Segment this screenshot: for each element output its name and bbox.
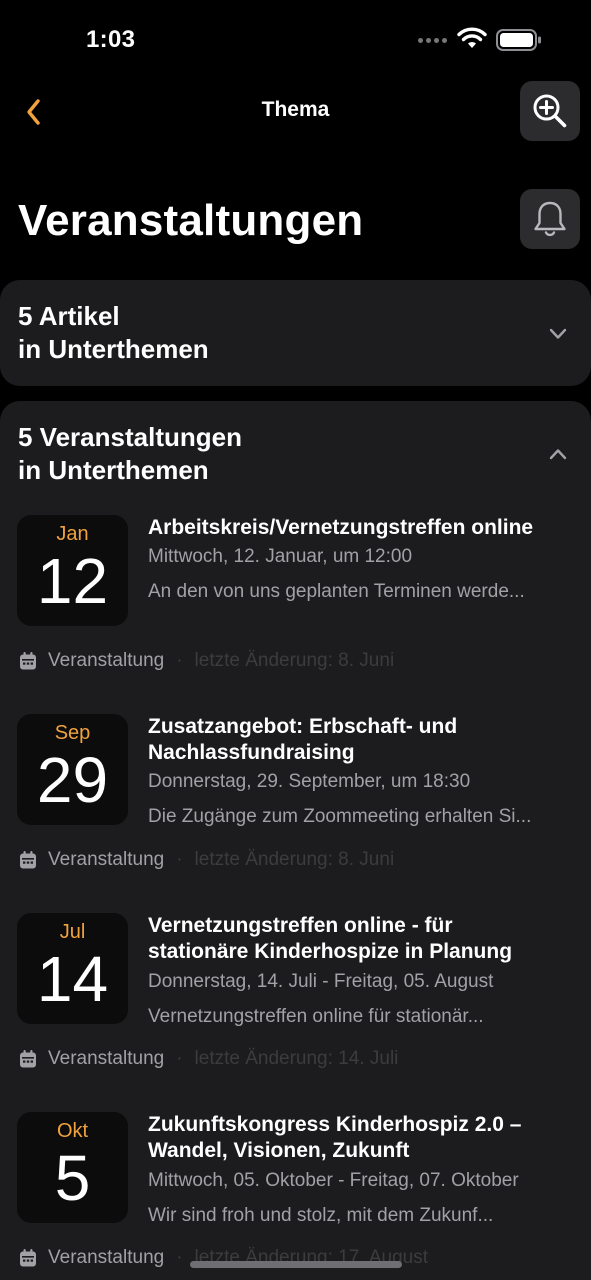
event-last-changed: letzte Änderung: 8. Juni <box>194 650 395 671</box>
signal-icon <box>418 38 447 43</box>
meta-separator: · <box>176 1048 183 1069</box>
calendar-icon <box>20 1050 36 1068</box>
meta-separator: · <box>176 1247 183 1268</box>
articles-subtitle: in Unterthemen <box>18 334 209 364</box>
date-tile: Okt 5 <box>17 1112 128 1223</box>
events-section-heading[interactable]: 5 Veranstaltungen in Unterthemen <box>18 421 242 487</box>
articles-expand-button[interactable] <box>546 322 570 346</box>
date-tile: Sep 29 <box>17 714 128 825</box>
event-last-changed: letzte Änderung: 8. Juni <box>194 849 395 870</box>
date-month: Okt <box>56 1120 89 1142</box>
status-bar: 1:03 <box>0 0 591 80</box>
date-day: 12 <box>36 545 109 617</box>
event-meta: Veranstaltung · letzte Änderung: 14. Jul… <box>18 1048 398 1070</box>
event-description: Wir sind froh und stolz, mit dem Zukunf.… <box>148 1205 494 1226</box>
zoom-in-icon <box>533 94 567 128</box>
event-title[interactable]: Vernetzungstreffen online - für stationä… <box>148 913 548 965</box>
event-description: Vernetzungstreffen online für stationär.… <box>148 1006 484 1027</box>
events-collapse-button[interactable] <box>546 442 570 466</box>
date-tile: Jan 12 <box>17 515 128 626</box>
zoom-button[interactable] <box>520 81 580 141</box>
bell-icon <box>534 201 566 237</box>
date-month: Sep <box>54 722 91 744</box>
articles-section-heading: 5 Artikel in Unterthemen <box>18 300 209 366</box>
event-date-time: Mittwoch, 05. Oktober - Freitag, 07. Okt… <box>148 1170 519 1191</box>
event-title[interactable]: Arbeitskreis/Vernetzungstreffen online <box>148 515 578 541</box>
calendar-icon <box>20 1249 36 1267</box>
event-type: Veranstaltung <box>48 1247 165 1268</box>
event-meta: Veranstaltung · letzte Änderung: 8. Juni <box>18 650 394 672</box>
event-type: Veranstaltung <box>48 1048 165 1069</box>
page-title: Veranstaltungen <box>18 196 364 245</box>
meta-separator: · <box>176 650 183 671</box>
date-day: 5 <box>54 1142 91 1214</box>
event-description: Die Zugänge zum Zoommeeting erhalten Si.… <box>148 806 532 827</box>
nav-title: Thema <box>261 98 330 121</box>
event-date-time: Donnerstag, 29. September, um 18:30 <box>148 771 471 792</box>
event-type: Veranstaltung <box>48 849 165 870</box>
screen: 1:03 Thema Veranstaltungen 5 Artikel in … <box>0 0 591 1280</box>
date-tile: Jul 14 <box>17 913 128 1024</box>
battery-icon <box>496 29 541 51</box>
date-month: Jan <box>56 523 89 545</box>
event-type: Veranstaltung <box>48 650 165 671</box>
calendar-icon <box>20 851 36 869</box>
event-meta: Veranstaltung · letzte Änderung: 8. Juni <box>18 849 394 871</box>
event-title[interactable]: Zusatzangebot: Erbschaft- und Nachlassfu… <box>148 714 508 766</box>
date-month: Jul <box>59 921 86 943</box>
wifi-icon <box>457 27 487 48</box>
calendar-icon <box>20 652 36 670</box>
event-date-time: Mittwoch, 12. Januar, um 12:00 <box>148 546 413 567</box>
date-day: 29 <box>36 744 109 816</box>
date-day: 14 <box>36 943 109 1015</box>
event-description: An den von uns geplanten Terminen werde.… <box>148 581 525 602</box>
events-subtitle: in Unterthemen <box>18 455 209 485</box>
chevron-up-icon <box>549 449 567 460</box>
event-last-changed: letzte Änderung: 14. Juli <box>194 1048 399 1069</box>
event-title[interactable]: Zukunftskongress Kinderhospiz 2.0 – Wand… <box>148 1112 568 1164</box>
event-date-time: Donnerstag, 14. Juli - Freitag, 05. Augu… <box>148 971 494 992</box>
status-time: 1:03 <box>86 26 136 53</box>
notification-button[interactable] <box>520 189 580 249</box>
meta-separator: · <box>176 849 183 870</box>
chevron-down-icon <box>549 328 567 339</box>
articles-count: 5 Artikel <box>18 301 120 331</box>
events-count: 5 Veranstaltungen <box>18 422 242 452</box>
home-indicator[interactable] <box>190 1261 402 1268</box>
